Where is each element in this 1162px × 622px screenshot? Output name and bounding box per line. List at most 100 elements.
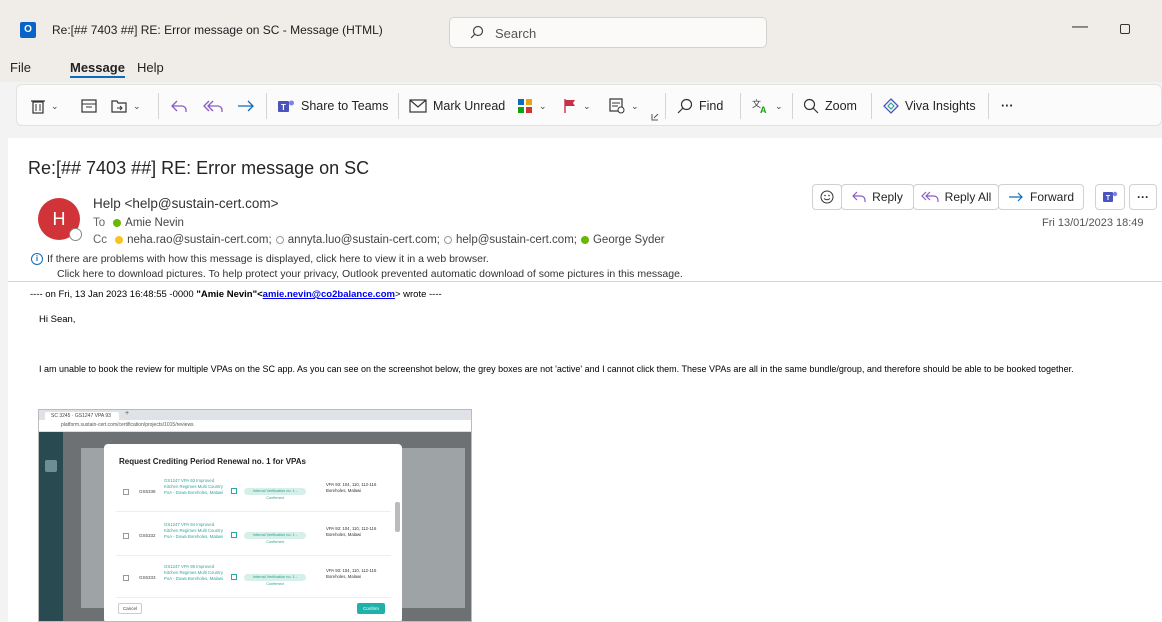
- reading-pane: Re:[## 7403 ##] RE: Error message on SC …: [8, 138, 1162, 622]
- share-to-teams-label: Share to Teams: [301, 99, 389, 113]
- archive-button[interactable]: [81, 96, 97, 116]
- forward-arrow-icon: [1008, 192, 1023, 202]
- external-link-icon: [231, 574, 237, 580]
- cc-recipient[interactable]: neha.rao@sustain-cert.com;: [127, 234, 272, 246]
- chevron-down-icon[interactable]: ⌄: [51, 101, 59, 112]
- menu-file[interactable]: File: [10, 60, 31, 75]
- info-bar-display[interactable]: i If there are problems with how this me…: [31, 253, 489, 265]
- menu-help[interactable]: Help: [137, 60, 164, 75]
- presence-status-icon: [69, 228, 82, 241]
- find-label: Find: [699, 99, 724, 113]
- sidebar-icon: [45, 460, 57, 472]
- cc-recipient[interactable]: help@sustain-cert.com;: [456, 234, 577, 246]
- restore-button[interactable]: [1120, 24, 1130, 34]
- app-sidebar: [39, 432, 63, 621]
- checkbox: [123, 533, 129, 539]
- info-bar-pictures[interactable]: Click here to download pictures. To help…: [57, 268, 683, 280]
- trash-icon: [31, 100, 45, 114]
- reply-icon-button[interactable]: [171, 96, 187, 116]
- svg-text:A: A: [760, 105, 767, 114]
- archive-icon: [81, 99, 97, 113]
- zoom-icon: [803, 98, 819, 114]
- forward-button[interactable]: Forward: [998, 184, 1084, 210]
- search-input[interactable]: Search: [449, 17, 767, 48]
- modal-title: Request Crediting Period Renewal no. 1 f…: [119, 457, 306, 466]
- title-bar: O Re:[## 7403 ##] RE: Error message on S…: [0, 0, 1162, 52]
- recipient[interactable]: Amie Nevin: [125, 217, 184, 229]
- message-date: Fri 13/01/2023 18:49: [1042, 217, 1144, 229]
- quote-name: "Amie Nevin"<: [196, 289, 263, 300]
- browser-tab-bar: SC 3245 · GS1247 VPA 93 Impr... +: [39, 410, 471, 427]
- zoom-button[interactable]: Zoom: [803, 96, 857, 116]
- move-button[interactable]: ⌄: [111, 96, 141, 116]
- ribbon-divider: [871, 93, 872, 119]
- react-button[interactable]: [812, 184, 842, 210]
- embedded-screenshot: SC 3245 · GS1247 VPA 93 Impr... + platfo…: [38, 409, 472, 622]
- translate-button[interactable]: 文A ⌄: [751, 96, 783, 116]
- external-link-icon: [231, 532, 237, 538]
- chevron-down-icon[interactable]: ⌄: [631, 101, 639, 112]
- policy-button[interactable]: ⌄: [609, 96, 639, 116]
- reply-all-button[interactable]: Reply All: [913, 184, 999, 210]
- quote-prefix: ---- on Fri, 13 Jan 2023 16:48:55 -0000: [30, 289, 197, 300]
- presence-away-icon: [115, 236, 124, 244]
- reply-icon: [171, 100, 187, 112]
- cc-recipient[interactable]: annyta.luo@sustain-cert.com;: [288, 234, 440, 246]
- delete-button[interactable]: ⌄: [31, 96, 59, 116]
- request-modal: Request Crediting Period Renewal no. 1 f…: [104, 444, 402, 621]
- presence-unknown-icon: [444, 236, 452, 244]
- share-to-teams-button[interactable]: T Share to Teams: [277, 96, 388, 116]
- viva-insights-label: Viva Insights: [905, 99, 976, 113]
- cc-recipient[interactable]: George Syder: [593, 234, 665, 246]
- chevron-down-icon[interactable]: ⌄: [539, 101, 547, 112]
- status-badge: Internal Verification no. 1 - Confirmed: [244, 532, 306, 544]
- forward-icon-button[interactable]: [237, 96, 255, 116]
- list-item: GS5333 GS1247 VPA 95 Improved Kitchen Re…: [116, 560, 391, 598]
- minimize-button[interactable]: —: [1072, 18, 1088, 36]
- search-icon: [677, 98, 693, 114]
- external-link-icon: [231, 488, 237, 494]
- more-options-button[interactable]: ···: [1001, 96, 1014, 116]
- reply-button[interactable]: Reply: [841, 184, 914, 210]
- flag-icon: [564, 99, 575, 113]
- presence-unknown-icon: [275, 236, 284, 244]
- cc-label: Cc: [93, 234, 108, 246]
- browser-url: platform.sustain-cert.com/certification/…: [61, 422, 194, 428]
- chevron-down-icon[interactable]: ⌄: [583, 101, 591, 112]
- greeting: Hi Sean,: [39, 314, 76, 325]
- viva-insights-button[interactable]: Viva Insights: [883, 96, 976, 116]
- confirm-button: Confirm: [357, 603, 385, 614]
- ribbon-divider: [665, 93, 666, 119]
- reply-label: Reply: [872, 190, 903, 204]
- zoom-label: Zoom: [825, 99, 857, 113]
- outlook-app-icon: O: [20, 22, 36, 38]
- menu-message[interactable]: Message: [70, 60, 125, 78]
- dialog-launcher-icon: [651, 113, 659, 121]
- search-icon: [470, 25, 484, 39]
- ribbon-expand-button[interactable]: [651, 107, 659, 127]
- teams-chat-button[interactable]: T: [1095, 184, 1125, 210]
- menu-bar: File Message Help: [0, 52, 1162, 82]
- chevron-down-icon[interactable]: ⌄: [133, 101, 141, 112]
- chevron-down-icon[interactable]: ⌄: [775, 101, 783, 112]
- ribbon-divider: [158, 93, 159, 119]
- follow-up-button[interactable]: ⌄: [563, 96, 591, 116]
- ribbon-divider: [266, 93, 267, 119]
- status-badge: Internal Verification no. 1 - Confirmed: [244, 488, 306, 500]
- viva-insights-icon: [883, 98, 899, 114]
- reply-all-icon-button[interactable]: [203, 96, 223, 116]
- mark-unread-button[interactable]: Mark Unread: [409, 96, 505, 116]
- move-to-folder-icon: [111, 100, 127, 113]
- find-button[interactable]: Find: [677, 96, 723, 116]
- quote-email-link[interactable]: amie.nevin@co2balance.com: [263, 289, 395, 300]
- reply-all-icon: [203, 100, 223, 112]
- cancel-button: Cancel: [118, 603, 142, 614]
- categorize-icon: [518, 99, 532, 113]
- more-actions-button[interactable]: ···: [1129, 184, 1157, 210]
- categorize-button[interactable]: ⌄: [517, 96, 547, 116]
- browser-tab: SC 3245 · GS1247 VPA 93 Impr...: [45, 412, 119, 427]
- sender[interactable]: Help <help@sustain-cert.com>: [93, 196, 279, 211]
- quote-suffix: > wrote ----: [394, 289, 442, 300]
- teams-icon: T: [278, 100, 294, 112]
- smiley-icon: [820, 190, 834, 204]
